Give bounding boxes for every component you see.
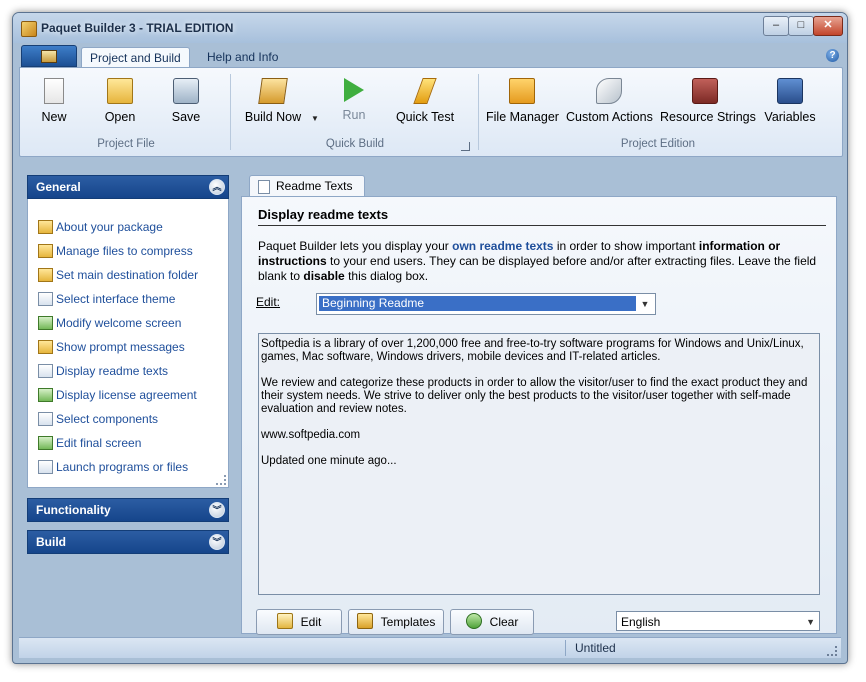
ribbon-separator (478, 74, 479, 150)
edit-button[interactable]: Edit (256, 609, 342, 635)
app-icon[interactable] (21, 21, 37, 37)
final-screen-icon (38, 436, 53, 450)
readme-select-value: Beginning Readme (319, 296, 636, 311)
group-label-project-file: Project File (97, 138, 155, 150)
build-panel-header[interactable]: Build ︾ (27, 530, 229, 554)
task-launch-programs[interactable]: Launch programs or files (28, 455, 228, 479)
readme-select[interactable]: Beginning Readme ▼ (316, 293, 656, 315)
tab-readme-texts[interactable]: Readme Texts (249, 175, 366, 196)
pencil-icon (276, 613, 293, 629)
help-icon[interactable]: ? (826, 49, 839, 62)
expand-down-icon[interactable]: ︾ (209, 502, 225, 518)
build-now-dropdown-icon[interactable]: ▼ (311, 114, 319, 123)
chevron-down-icon[interactable]: ▼ (806, 612, 815, 632)
folder-icon (38, 268, 53, 282)
readme-text-area[interactable]: Softpedia is a library of over 1,200,000… (258, 333, 820, 595)
templates-button[interactable]: Templates (348, 609, 444, 635)
resource-strings-button[interactable]: Resource Strings (660, 72, 756, 130)
ribbon-tabs: Project and Build Help and Info ? (19, 43, 841, 68)
document-icon (258, 180, 270, 194)
welcome-screen-icon (38, 316, 53, 330)
app-window: Paquet Builder 3 - TRIAL EDITION – □ ✕ P… (12, 12, 848, 664)
clear-icon (465, 613, 482, 629)
language-select[interactable]: English ▼ (616, 611, 820, 631)
build-icon (258, 78, 288, 104)
file-manager-button[interactable]: File Manager (486, 72, 559, 130)
custom-actions-icon (596, 78, 622, 104)
task-license-agreement[interactable]: Display license agreement (28, 383, 228, 407)
save-icon (173, 78, 199, 104)
components-icon (38, 412, 53, 426)
edit-label: Edit: (256, 295, 281, 309)
task-sidebar: General ︽ About your package Manage file… (27, 175, 229, 554)
quick-test-button[interactable]: Quick Test (394, 72, 456, 130)
task-about-package[interactable]: About your package (28, 215, 228, 239)
folder-icon (509, 78, 535, 104)
window-resize-grip[interactable] (827, 646, 837, 656)
task-final-screen[interactable]: Edit final screen (28, 431, 228, 455)
status-bar: Untitled (19, 637, 841, 658)
task-readme-texts[interactable]: Display readme texts (28, 359, 228, 383)
ribbon: New Open Save Project File Build Now ▼ R… (19, 67, 843, 157)
resource-box-icon (692, 78, 718, 104)
build-now-button[interactable]: Build Now (240, 72, 306, 130)
chevron-down-icon[interactable]: ▼ (637, 296, 653, 312)
lightning-icon (413, 78, 437, 104)
message-icon (38, 340, 53, 354)
page-title: Display readme texts (258, 207, 389, 222)
quick-build-dialog-launcher-icon[interactable] (461, 142, 470, 151)
task-destination-folder[interactable]: Set main destination folder (28, 263, 228, 287)
custom-actions-button[interactable]: Custom Actions (566, 72, 653, 130)
tab-help-and-info[interactable]: Help and Info (199, 47, 286, 67)
package-icon (38, 220, 53, 234)
expand-down-icon[interactable]: ︾ (209, 534, 225, 550)
new-button[interactable]: New (34, 72, 74, 130)
minimize-button[interactable]: – (763, 16, 789, 36)
templates-folder-icon (356, 613, 373, 629)
general-panel: About your package Manage files to compr… (27, 199, 229, 488)
window-title: Paquet Builder 3 - TRIAL EDITION (41, 21, 234, 35)
open-button[interactable]: Open (100, 72, 140, 130)
open-folder-icon (107, 78, 133, 104)
readme-content-panel: Display readme texts Paquet Builder lets… (241, 196, 837, 635)
app-menu-button[interactable] (21, 45, 77, 67)
task-manage-files[interactable]: Manage files to compress (28, 239, 228, 263)
license-icon (38, 388, 53, 402)
title-bar: Paquet Builder 3 - TRIAL EDITION – □ ✕ (13, 13, 847, 43)
clear-button[interactable]: Clear (450, 609, 534, 635)
files-icon (38, 244, 53, 258)
title-divider (258, 225, 826, 226)
document-icon (38, 364, 53, 378)
group-label-project-edition: Project Edition (620, 138, 696, 150)
functionality-panel-header[interactable]: Functionality ︾ (27, 498, 229, 522)
panel-resize-grip[interactable] (216, 475, 226, 485)
status-text: Untitled (575, 641, 616, 655)
page-description: Paquet Builder lets you display your own… (258, 239, 817, 283)
variables-icon (777, 78, 803, 104)
maximize-button[interactable]: □ (788, 16, 814, 36)
task-select-components[interactable]: Select components (28, 407, 228, 431)
task-welcome-screen[interactable]: Modify welcome screen (28, 311, 228, 335)
run-icon (344, 78, 364, 102)
run-button[interactable]: Run (334, 72, 374, 130)
group-label-quick-build: Quick Build (325, 138, 385, 150)
task-interface-theme[interactable]: Select interface theme (28, 287, 228, 311)
task-prompt-messages[interactable]: Show prompt messages (28, 335, 228, 359)
app-menu-icon (41, 50, 57, 63)
ribbon-separator (230, 74, 231, 150)
theme-icon (38, 292, 53, 306)
main-area: General ︽ About your package Manage file… (19, 159, 841, 637)
new-file-icon (44, 78, 64, 104)
tab-project-and-build[interactable]: Project and Build (81, 47, 190, 68)
general-panel-header[interactable]: General ︽ (27, 175, 229, 199)
status-separator (565, 640, 566, 656)
save-button[interactable]: Save (166, 72, 206, 130)
launch-icon (38, 460, 53, 474)
collapse-up-icon[interactable]: ︽ (209, 179, 225, 195)
variables-button[interactable]: Variables (762, 72, 818, 130)
close-button[interactable]: ✕ (813, 16, 843, 36)
